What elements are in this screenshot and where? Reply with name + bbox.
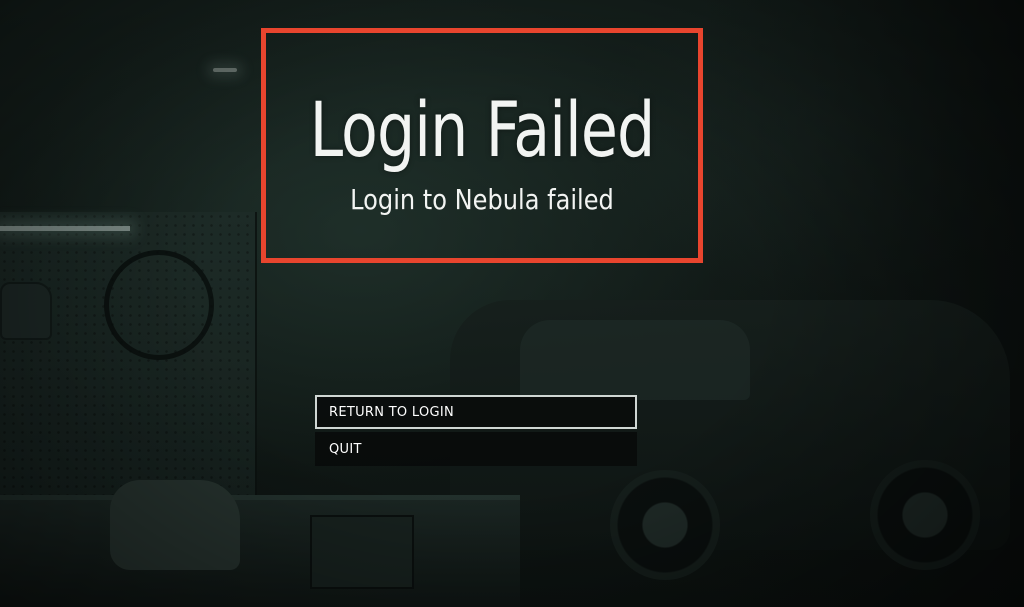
- error-title: Login Failed: [309, 85, 656, 174]
- error-message: Login to Nebula failed: [350, 183, 614, 216]
- quit-button[interactable]: QUIT: [315, 432, 637, 466]
- game-screen: Login Failed Login to Nebula failed RETU…: [0, 0, 1024, 607]
- error-menu: RETURN TO LOGIN QUIT: [315, 395, 637, 469]
- return-to-login-button[interactable]: RETURN TO LOGIN: [315, 395, 637, 429]
